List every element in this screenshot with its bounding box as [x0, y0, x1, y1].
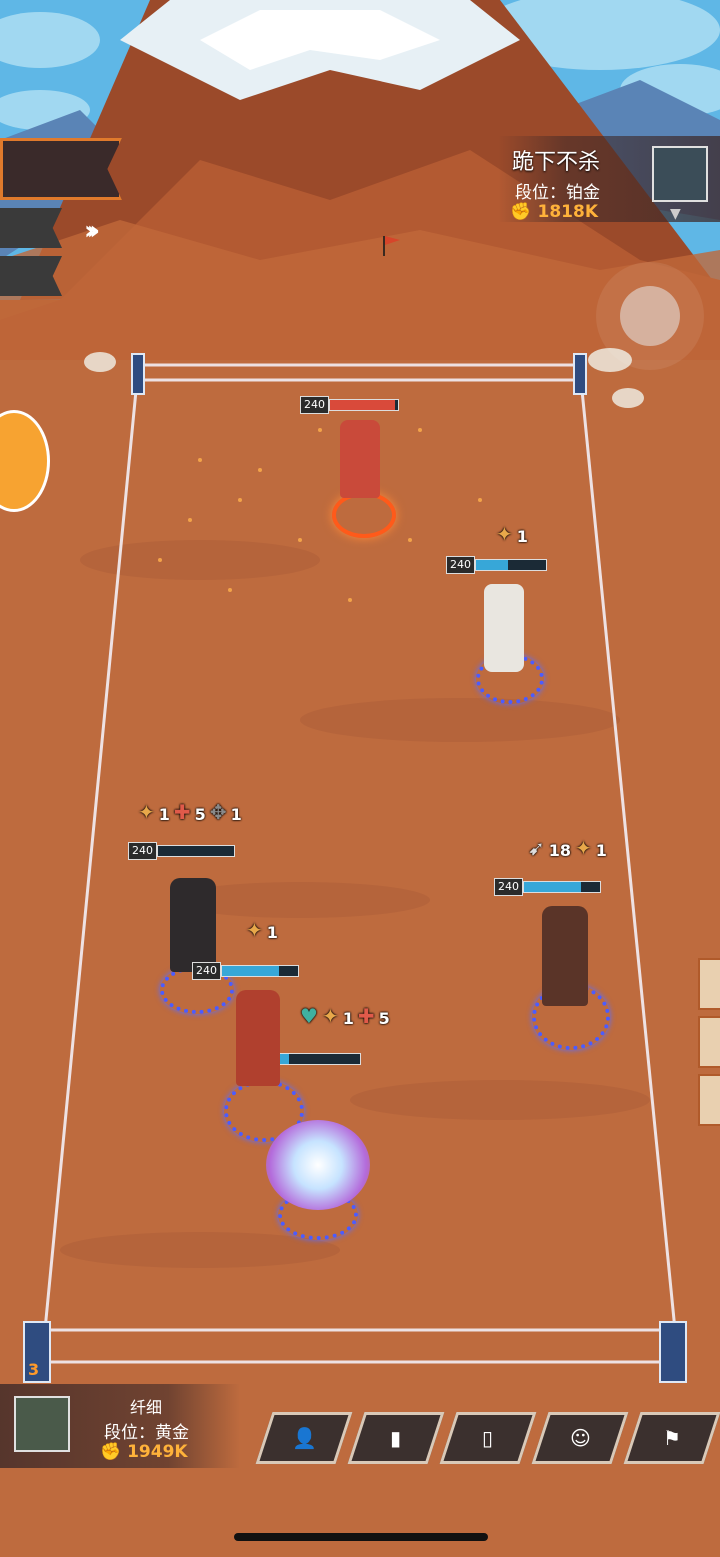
player-name: 纤细	[130, 1398, 163, 1417]
turn-portrait-current	[0, 138, 122, 200]
star-buff-icon: ✦	[321, 1004, 339, 1028]
ally-rabbit-character[interactable]	[236, 990, 280, 1086]
side-tab[interactable]	[698, 1016, 720, 1068]
enemy-scientist-character[interactable]	[484, 584, 524, 672]
buff-count: 5	[194, 805, 206, 824]
battle-scene: ››› 跪下不杀 段位：铂金 ✊ 1818K ▼ 240 ✦ 1 240 ✦ 1 ✚…	[0, 0, 720, 1557]
buff-row: ✦ 1	[246, 918, 278, 942]
side-tab[interactable]	[698, 1074, 720, 1126]
ally-nun-character[interactable]	[170, 878, 216, 972]
buff-row: ➹ 18 ✦ 1	[528, 836, 607, 860]
opponent-power-value: 1818K	[537, 202, 599, 222]
buff-count: 1	[230, 805, 242, 824]
buff-count: 18	[548, 841, 572, 860]
shield-heart-icon: ♥	[300, 1004, 318, 1028]
buff-count: 1	[595, 841, 607, 860]
hp-value: 240	[300, 396, 329, 414]
cross-buff-icon: ✚	[357, 1004, 375, 1028]
opponent-avatar[interactable]	[652, 146, 708, 202]
fist-icon: ✊	[510, 202, 532, 222]
star-buff-icon: ✦	[575, 836, 592, 860]
buff-count: 5	[378, 1009, 390, 1028]
buff-row: ✦ 1	[496, 522, 528, 546]
opponent-power: ✊ 1818K	[510, 202, 598, 222]
fist-icon: ✊	[100, 1442, 122, 1462]
unit-hp-bar: 240	[446, 556, 547, 574]
star-buff-icon: ✦	[496, 522, 513, 546]
opponent-name: 跪下不杀	[511, 150, 600, 175]
joystick-knob[interactable]	[620, 286, 680, 346]
virtual-joystick[interactable]	[596, 262, 704, 370]
emoji-button[interactable]: ☺	[531, 1412, 629, 1464]
hp-value: 240	[128, 842, 157, 860]
spray-button[interactable]: ▯	[439, 1412, 537, 1464]
person-list-icon: 👤	[291, 1426, 317, 1450]
buff-count: 1	[266, 923, 278, 942]
players-list-button[interactable]: 👤	[255, 1412, 353, 1464]
player-power-value: 1949K	[127, 1442, 188, 1462]
home-indicator[interactable]	[234, 1533, 488, 1541]
player-counter: 3	[28, 1360, 40, 1379]
spray-icon: ▯	[482, 1426, 494, 1450]
flag-icon: ⚑	[663, 1426, 681, 1450]
hp-fill	[524, 882, 581, 892]
player-rank: 段位：黄金	[104, 1423, 189, 1443]
hp-fill	[222, 966, 279, 976]
enemy-rabbit-character[interactable]	[340, 420, 380, 498]
action-button-bar: 👤 ▮ ▯ ☺ ⚑	[255, 1412, 720, 1464]
unit-hp-bar: 240	[494, 878, 601, 896]
player-power: ✊ 1949K	[100, 1442, 188, 1462]
hp-fill	[330, 400, 395, 410]
hp-value: 240	[494, 878, 523, 896]
arrow-buff-icon: ➹	[528, 836, 545, 860]
unit-hp-bar: 240	[300, 396, 399, 414]
hp-fill	[476, 560, 508, 570]
ally-mage-character-casting[interactable]	[266, 1120, 370, 1210]
emoji-icon: ☺	[569, 1426, 591, 1450]
chevron-down-icon[interactable]: ▼	[670, 206, 681, 222]
claw-buff-icon: ✥	[209, 800, 227, 824]
turn-portrait-next	[0, 208, 62, 248]
buff-count: 1	[342, 1009, 354, 1028]
ally-archer-character[interactable]	[542, 906, 588, 1006]
stats-icon: ▮	[390, 1426, 402, 1450]
unit-hp-bar: 240	[192, 962, 299, 980]
player-avatar[interactable]	[14, 1396, 70, 1452]
chevron-right-icon: ›››	[84, 216, 100, 246]
buff-row: ♥ ✦ 1 ✚ 5	[300, 1004, 390, 1028]
buff-count: 1	[158, 805, 170, 824]
buff-row: ✦ 1 ✚ 5 ✥ 1	[138, 800, 242, 824]
hp-value: 240	[446, 556, 475, 574]
battle-background	[0, 0, 720, 1557]
turn-portrait-later	[0, 256, 62, 296]
unit-hp-bar: 240	[128, 842, 235, 860]
buff-count: 1	[516, 527, 528, 546]
hp-value: 240	[192, 962, 221, 980]
star-buff-icon: ✦	[246, 918, 263, 942]
opponent-rank: 段位：铂金	[515, 183, 600, 203]
cross-buff-icon: ✚	[173, 800, 191, 824]
stats-button[interactable]: ▮	[347, 1412, 445, 1464]
surrender-flag-button[interactable]: ⚑	[623, 1412, 720, 1464]
side-tab[interactable]	[698, 958, 720, 1010]
star-buff-icon: ✦	[138, 800, 155, 824]
enemy-unit-ring	[332, 492, 396, 538]
